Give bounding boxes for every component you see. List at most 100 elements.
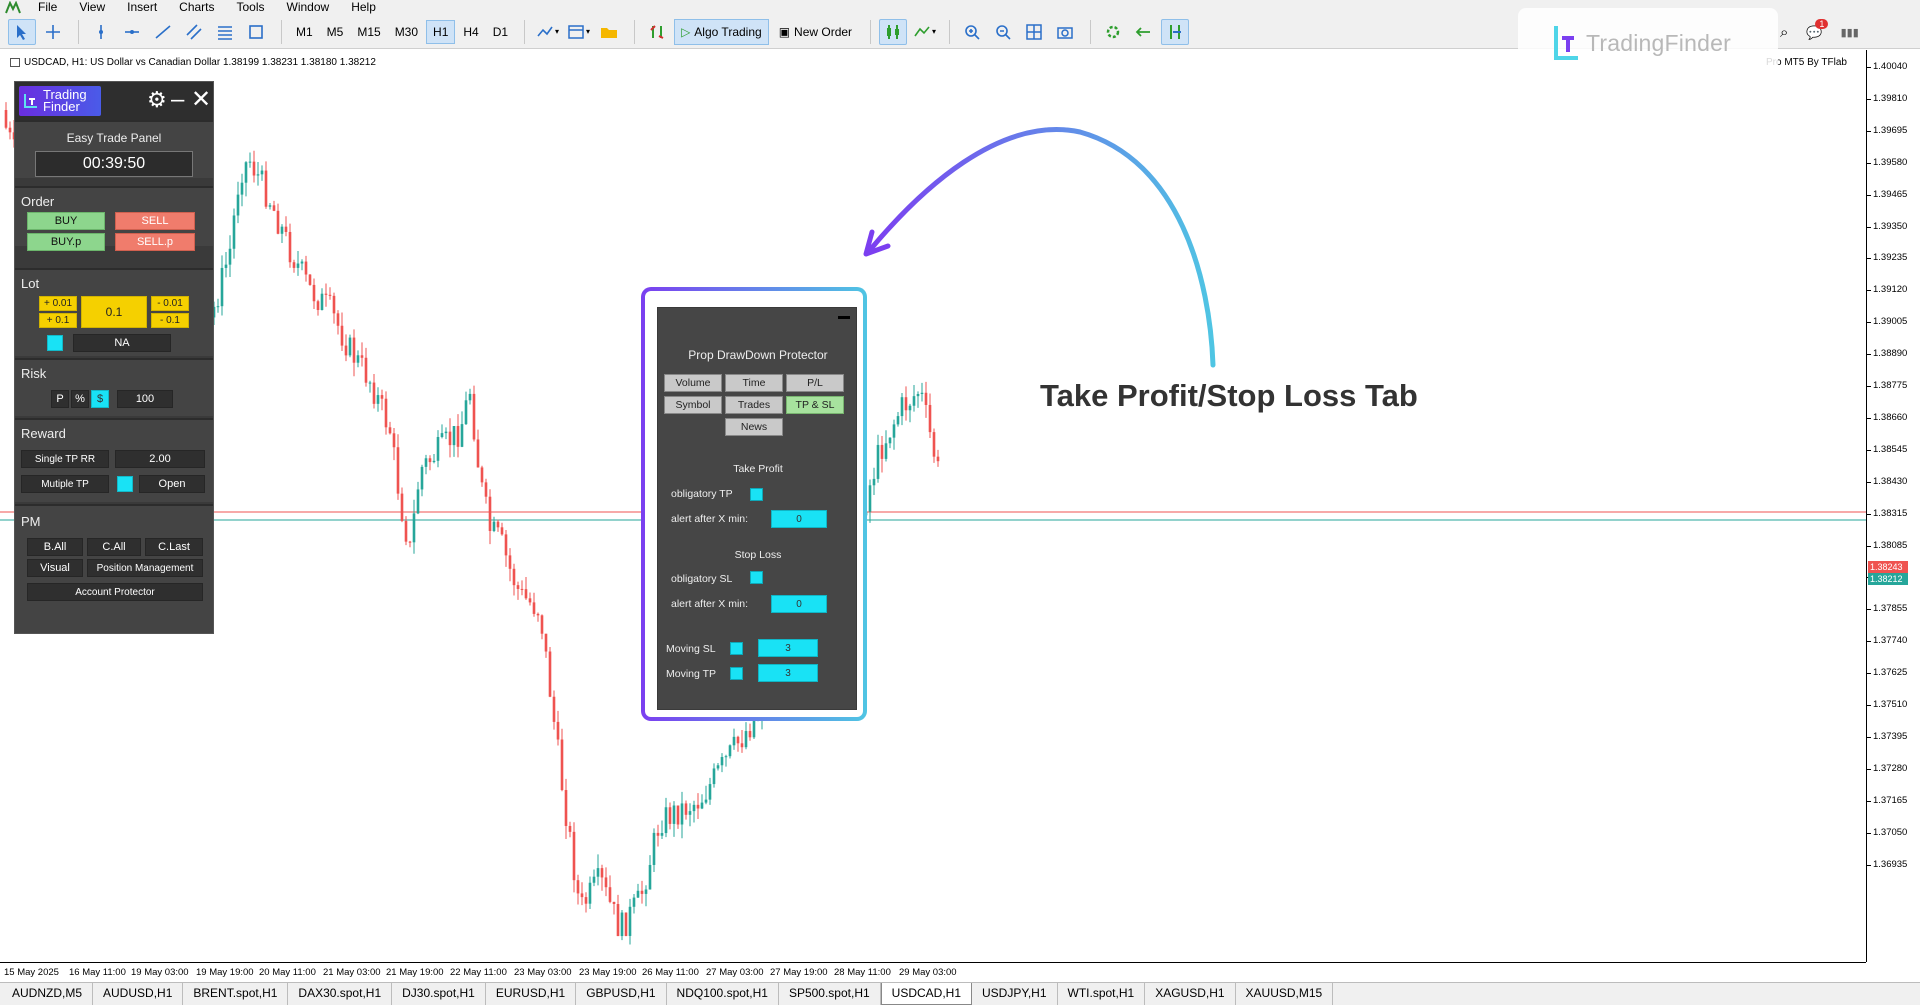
tab-news[interactable]: News (725, 418, 783, 436)
tf-m1[interactable]: M1 (290, 20, 319, 44)
line-chart-icon[interactable]: ▾ (910, 19, 938, 45)
moving-tp-input[interactable]: 3 (758, 664, 818, 682)
symbol-tab[interactable]: XAUUSD,M15 (1236, 983, 1334, 1005)
visual-button[interactable]: Visual (27, 559, 83, 577)
candle-body (340, 325, 344, 346)
alert-tp-input[interactable]: 0 (771, 510, 827, 528)
tab-trades[interactable]: Trades (725, 396, 783, 414)
menu-help[interactable]: Help (343, 0, 390, 15)
grid-icon[interactable] (1020, 19, 1048, 45)
symbol-tab[interactable]: EURUSD,H1 (486, 983, 577, 1005)
algo-trading-button[interactable]: ▷ Algo Trading (674, 18, 769, 45)
risk-value-field[interactable]: 100 (117, 390, 173, 408)
candle-body (384, 398, 388, 428)
tab-pl[interactable]: P/L (786, 374, 844, 392)
autoscroll-icon[interactable] (1161, 18, 1190, 45)
symbol-tab[interactable]: USDJPY,H1 (972, 983, 1058, 1005)
symbol-tab[interactable]: XAGUSD,H1 (1145, 983, 1236, 1005)
tf-m5[interactable]: M5 (321, 20, 350, 44)
tf-m15[interactable]: M15 (351, 20, 386, 44)
lot-value-field[interactable]: 0.1 (81, 296, 147, 328)
crosshair-icon[interactable] (39, 19, 67, 45)
zoom-out-icon[interactable] (989, 19, 1017, 45)
notifications-icon[interactable]: 💬 1 (1806, 18, 1829, 41)
menu-window[interactable]: Window (279, 0, 344, 15)
close-all-button[interactable]: C.All (87, 538, 141, 556)
account-protector-button[interactable]: Account Protector (27, 583, 203, 601)
shift-chart-icon[interactable] (1130, 19, 1158, 45)
buy-pending-button[interactable]: BUY.p (27, 233, 105, 251)
single-tp-rr-button[interactable]: Single TP RR (21, 450, 109, 468)
menu-charts[interactable]: Charts (171, 0, 228, 15)
lot-plus-01-button[interactable]: + 0.1 (39, 313, 77, 328)
vertical-line-icon[interactable] (87, 19, 115, 45)
sell-button[interactable]: SELL (115, 212, 195, 230)
symbol-tab[interactable]: NDQ100.spot,H1 (667, 983, 779, 1005)
buy-button[interactable]: BUY (27, 212, 105, 230)
menu-file[interactable]: File (30, 0, 71, 15)
horizontal-line-icon[interactable] (118, 19, 146, 45)
lot-checkbox[interactable] (47, 335, 63, 351)
tab-tp-sl[interactable]: TP & SL (786, 396, 844, 414)
symbol-tab[interactable]: BRENT.spot,H1 (183, 983, 289, 1005)
single-tp-value-field[interactable]: 2.00 (115, 450, 205, 468)
lot-na-field[interactable]: NA (73, 334, 171, 352)
multiple-tp-checkbox[interactable] (117, 476, 133, 492)
fibonacci-icon[interactable] (211, 19, 239, 45)
close-icon[interactable]: ✕ (191, 88, 211, 112)
symbol-tab[interactable]: DAX30.spot,H1 (288, 983, 393, 1005)
zoom-in-icon[interactable] (958, 19, 986, 45)
lot-plus-001-button[interactable]: + 0.01 (39, 296, 77, 311)
menu-tools[interactable]: Tools (229, 0, 279, 15)
panel-minimize-icon[interactable] (838, 316, 850, 319)
open-button[interactable]: Open (139, 475, 205, 493)
bar-chart-icon[interactable] (879, 18, 908, 45)
tf-h1[interactable]: H1 (426, 19, 456, 44)
lot-minus-001-button[interactable]: - 0.01 (151, 296, 189, 311)
position-management-button[interactable]: Position Management (87, 559, 203, 577)
risk-p-button[interactable]: P (51, 390, 69, 408)
trendline-icon[interactable] (149, 19, 177, 45)
alert-sl-input[interactable]: 0 (771, 595, 827, 613)
tab-volume[interactable]: Volume (664, 374, 722, 392)
screenshot-icon[interactable] (1051, 19, 1079, 45)
obligatory-sl-checkbox[interactable] (750, 571, 763, 584)
lot-minus-01-button[interactable]: - 0.1 (151, 313, 189, 328)
moving-sl-input[interactable]: 3 (758, 639, 818, 657)
symbol-tab[interactable]: WTI.spot,H1 (1058, 983, 1146, 1005)
tf-m30[interactable]: M30 (389, 20, 424, 44)
symbol-tab[interactable]: AUDUSD,H1 (93, 983, 184, 1005)
tf-h4[interactable]: H4 (457, 20, 484, 44)
moving-tp-checkbox[interactable] (730, 667, 743, 680)
close-all-buy-button[interactable]: B.All (27, 538, 83, 556)
sell-pending-button[interactable]: SELL.p (115, 233, 195, 251)
tf-d1[interactable]: D1 (487, 20, 514, 44)
channel-icon[interactable] (180, 19, 208, 45)
settings-icon[interactable] (1099, 19, 1127, 45)
folder-icon[interactable] (595, 19, 623, 45)
symbol-tab[interactable]: USDCAD,H1 (880, 983, 973, 1005)
tab-time[interactable]: Time (725, 374, 783, 392)
search-icon[interactable]: ⌕ (1780, 24, 1788, 41)
minimize-icon[interactable]: – (171, 88, 184, 112)
symbol-tab[interactable]: AUDNZD,M5 (2, 983, 94, 1005)
cursor-tool-icon[interactable] (8, 18, 36, 45)
symbol-tab[interactable]: SP500.spot,H1 (779, 983, 881, 1005)
obligatory-tp-checkbox[interactable] (750, 488, 763, 501)
moving-sl-checkbox[interactable] (730, 642, 743, 655)
new-order-button[interactable]: ▣ New Order (773, 19, 858, 45)
tab-symbol[interactable]: Symbol (664, 396, 722, 414)
shapes-icon[interactable] (242, 19, 270, 45)
risk-percent-button[interactable]: % (71, 390, 89, 408)
indicators-icon[interactable]: ▾ (533, 19, 561, 45)
symbol-tab[interactable]: GBPUSD,H1 (576, 983, 667, 1005)
signals-icon[interactable] (643, 19, 671, 45)
menu-insert[interactable]: Insert (119, 0, 171, 15)
close-last-button[interactable]: C.Last (145, 538, 203, 556)
templates-icon[interactable]: ▾ (564, 19, 592, 45)
menu-view[interactable]: View (71, 0, 119, 15)
symbol-tab[interactable]: DJ30.spot,H1 (392, 983, 486, 1005)
risk-dollar-button[interactable]: $ (91, 390, 109, 408)
multiple-tp-button[interactable]: Mutiple TP (21, 475, 109, 493)
gear-icon[interactable]: ⚙ (147, 88, 167, 112)
